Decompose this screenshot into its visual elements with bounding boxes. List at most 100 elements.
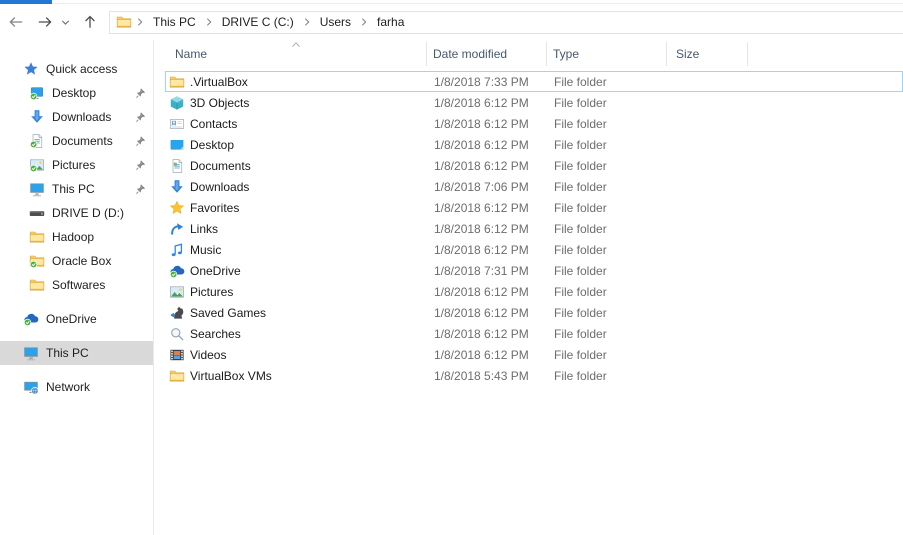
file-date-modified: 1/8/2018 6:12 PM: [434, 347, 529, 362]
folder-icon: [169, 368, 185, 384]
breadcrumb-item-users[interactable]: Users: [315, 13, 356, 31]
pin-icon: [135, 135, 147, 147]
file-name-cell: Downloads: [166, 179, 428, 195]
sidebar-item-desktop[interactable]: Desktop: [0, 81, 153, 105]
videos-icon: [169, 347, 185, 363]
file-row-videos[interactable]: Videos 1/8/2018 6:12 PM File folder: [165, 344, 903, 365]
file-type: File folder: [554, 305, 607, 320]
navigation-pane: Quick access Desktop Downloads Documents Pic…: [0, 40, 154, 535]
file-row-contacts[interactable]: Contacts 1/8/2018 6:12 PM File folder: [165, 113, 903, 134]
file-row-documents[interactable]: Documents 1/8/2018 6:12 PM File folder: [165, 155, 903, 176]
sidebar-item-oracle-box[interactable]: Oracle Box: [0, 249, 153, 273]
pin-icon: [135, 111, 147, 123]
file-date-modified: 1/8/2018 6:12 PM: [434, 200, 529, 215]
hard-drive-icon: [29, 205, 45, 221]
file-name-cell: Links: [166, 221, 428, 237]
folder-icon: [116, 14, 132, 30]
sidebar-item-network[interactable]: Network: [0, 375, 153, 399]
network-pc-icon: [23, 379, 39, 395]
file-type: File folder: [554, 284, 607, 299]
file-row-favorites[interactable]: Favorites 1/8/2018 6:12 PM File folder: [165, 197, 903, 218]
sidebar-item-downloads[interactable]: Downloads: [0, 105, 153, 129]
sidebar-item-quick-access[interactable]: Quick access: [0, 57, 153, 81]
desktop-sync-icon: [29, 85, 45, 101]
file-row-3d-objects[interactable]: 3D Objects 1/8/2018 6:12 PM File folder: [165, 92, 903, 113]
sidebar-item-softwares[interactable]: Softwares: [0, 273, 153, 297]
sidebar-item-label: Hadoop: [52, 230, 95, 244]
file-row-desktop[interactable]: Desktop 1/8/2018 6:12 PM File folder: [165, 134, 903, 155]
onedrive-cloud-icon: [169, 263, 185, 279]
file-name-cell: Saved Games: [166, 305, 428, 321]
pictures-item-icon: [169, 284, 185, 300]
file-row-saved-games[interactable]: Saved Games 1/8/2018 6:12 PM File folder: [165, 302, 903, 323]
file-name: Searches: [190, 326, 241, 341]
column-header-name[interactable]: Name: [165, 42, 427, 66]
sidebar-item-label: Network: [46, 380, 91, 394]
sidebar-item-this-pc[interactable]: This PC: [0, 177, 153, 201]
sidebar-item-onedrive[interactable]: OneDrive: [0, 307, 153, 331]
file-type: File folder: [554, 200, 607, 215]
sidebar-item-label: This PC: [52, 182, 95, 196]
sidebar-item-label: Softwares: [52, 278, 106, 292]
this-pc-icon: [23, 345, 39, 361]
file-name: Favorites: [190, 200, 240, 215]
address-bar[interactable]: This PC DRIVE C (C:) Users farha: [109, 10, 903, 34]
file-date-modified: 1/8/2018 6:12 PM: [434, 158, 529, 173]
folder-icon: [29, 277, 45, 293]
downloads-arrow-icon: [169, 179, 185, 195]
file-row-virtualbox[interactable]: .VirtualBox 1/8/2018 7:33 PM File folder: [165, 71, 903, 92]
breadcrumb-chevron-icon[interactable]: [299, 17, 315, 27]
navigation-toolbar: This PC DRIVE C (C:) Users farha: [0, 4, 903, 40]
file-type: File folder: [554, 347, 607, 362]
file-date-modified: 1/8/2018 6:12 PM: [434, 305, 529, 320]
pin-icon: [135, 159, 147, 171]
up-button[interactable]: [81, 13, 99, 31]
column-header-type[interactable]: Type: [547, 42, 667, 66]
sidebar-item-hadoop[interactable]: Hadoop: [0, 225, 153, 249]
file-row-links[interactable]: Links 1/8/2018 6:12 PM File folder: [165, 218, 903, 239]
sidebar-item-documents[interactable]: Documents: [0, 129, 153, 153]
file-name: 3D Objects: [190, 95, 250, 110]
file-name: .VirtualBox: [190, 74, 248, 89]
file-date-modified: 1/8/2018 6:12 PM: [434, 116, 529, 131]
file-name-cell: Documents: [166, 158, 428, 174]
this-pc-icon: [29, 181, 45, 197]
file-row-searches[interactable]: Searches 1/8/2018 6:12 PM File folder: [165, 323, 903, 344]
file-name: Saved Games: [190, 305, 267, 320]
file-name: Music: [190, 242, 222, 257]
back-button[interactable]: [7, 13, 25, 31]
breadcrumb-item-drive-c-c[interactable]: DRIVE C (C:): [217, 13, 299, 31]
file-type: File folder: [554, 158, 607, 173]
content-pane: Name Date modified Type Size .VirtualBox 1/8…: [154, 40, 903, 535]
file-row-music[interactable]: Music 1/8/2018 6:12 PM File folder: [165, 239, 903, 260]
column-header-date-modified[interactable]: Date modified: [427, 42, 547, 66]
file-date-modified: 1/8/2018 6:12 PM: [434, 137, 529, 152]
file-name-cell: Contacts: [166, 116, 428, 132]
file-type: File folder: [554, 368, 607, 383]
documents-sync-icon: [29, 133, 45, 149]
sidebar-item-pictures[interactable]: Pictures: [0, 153, 153, 177]
sidebar-item-label: Downloads: [52, 110, 112, 124]
sidebar-item-label: Oracle Box: [52, 254, 112, 268]
sidebar-item-drive-d-d[interactable]: DRIVE D (D:): [0, 201, 153, 225]
breadcrumb-item-this-pc[interactable]: This PC: [148, 13, 201, 31]
breadcrumb-chevron-icon[interactable]: [356, 17, 372, 27]
recent-locations-chevron-icon[interactable]: [59, 13, 72, 31]
sidebar-item-this-pc[interactable]: This PC: [0, 341, 153, 365]
onedrive-cloud-icon: [23, 311, 39, 327]
file-name: Videos: [190, 347, 227, 362]
column-header-size[interactable]: Size: [667, 42, 748, 66]
pin-icon: [135, 87, 147, 99]
file-row-pictures[interactable]: Pictures 1/8/2018 6:12 PM File folder: [165, 281, 903, 302]
file-row-onedrive[interactable]: OneDrive 1/8/2018 7:31 PM File folder: [165, 260, 903, 281]
breadcrumb-chevron-icon[interactable]: [201, 17, 217, 27]
file-date-modified: 1/8/2018 6:12 PM: [434, 221, 529, 236]
file-row-downloads[interactable]: Downloads 1/8/2018 7:06 PM File folder: [165, 176, 903, 197]
pin-icon: [135, 183, 147, 195]
breadcrumb-chevron-icon[interactable]: [132, 17, 148, 27]
breadcrumb-item-farha[interactable]: farha: [372, 13, 409, 31]
folder-icon: [29, 229, 45, 245]
file-list: .VirtualBox 1/8/2018 7:33 PM File folder 3D…: [165, 71, 903, 386]
file-row-virtualbox-vms[interactable]: VirtualBox VMs 1/8/2018 5:43 PM File folde…: [165, 365, 903, 386]
forward-button[interactable]: [36, 13, 54, 31]
